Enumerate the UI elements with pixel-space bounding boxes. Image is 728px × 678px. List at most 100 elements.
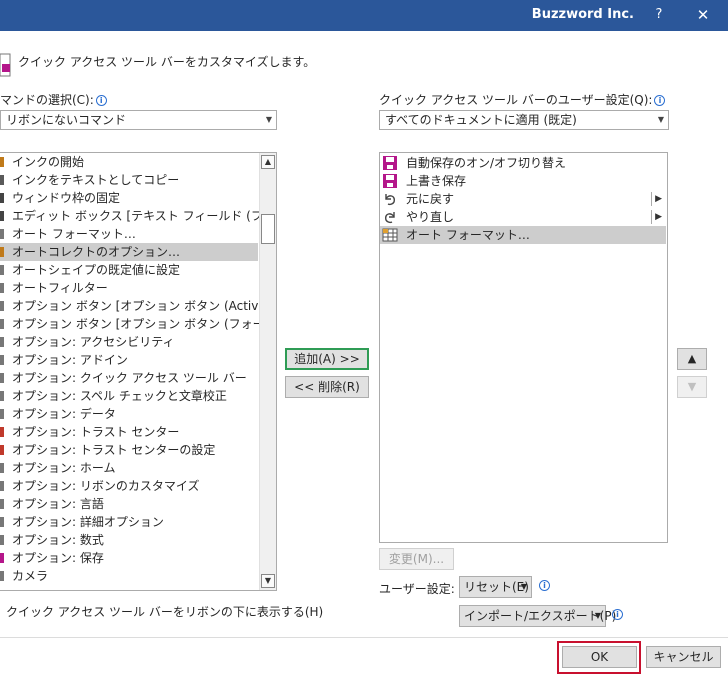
list-item-label: オプション: 保存 [12, 551, 104, 565]
command-source-value: リボンにないコマンド [6, 113, 127, 127]
close-button[interactable]: ✕ [692, 4, 714, 26]
footer-divider [0, 637, 728, 638]
scroll-thumb[interactable] [261, 214, 275, 244]
command-icon [0, 229, 4, 239]
list-item[interactable]: 元に戻す ▶ [380, 190, 666, 208]
list-item[interactable]: カメラ [0, 567, 258, 585]
command-icon [0, 427, 4, 437]
list-item[interactable]: オプション: クイック アクセス ツール バー [0, 369, 258, 387]
info-icon[interactable]: i [539, 580, 550, 591]
list-item-label: オプション ボタン [オプション ボタン (Active… [12, 299, 277, 313]
page-title: クイック アクセス ツール バーをカスタマイズします。 [18, 55, 316, 69]
list-item[interactable]: オプション: データ [0, 405, 258, 423]
scroll-up-icon[interactable]: ▲ [261, 155, 275, 169]
command-icon [0, 571, 4, 581]
list-item[interactable]: オプション: 保存 [0, 549, 258, 567]
list-item-label: インクの開始 [12, 155, 85, 169]
arrow-down-icon: ▼ [687, 380, 697, 393]
list-item[interactable]: オプション: スペル チェックと文章校正 [0, 387, 258, 405]
reset-dropdown[interactable]: リセット(E) ▼ [459, 576, 532, 598]
qat-settings-label: クイック アクセス ツール バーのユーザー設定(Q): i [379, 91, 666, 108]
list-item-label: オプション: 数式 [12, 533, 104, 547]
command-icon [0, 463, 4, 473]
list-item[interactable]: オプション: リボンのカスタマイズ [0, 477, 258, 495]
command-icon [0, 517, 4, 527]
command-icon [0, 409, 4, 419]
list-item-label: オートコレクトのオプション… [12, 245, 181, 259]
save-icon [383, 174, 397, 188]
user-settings-label: ユーザー設定: [379, 582, 455, 596]
list-item[interactable]: オプション: 数式 [0, 531, 258, 549]
list-item[interactable]: オプション: 言語 [0, 495, 258, 513]
qat-settings-select[interactable]: すべてのドキュメントに適用 (既定) ▼ [379, 110, 669, 130]
cancel-button[interactable]: キャンセル [646, 646, 721, 668]
remove-button[interactable]: << 削除(R) [285, 376, 369, 398]
command-icon [0, 445, 4, 455]
available-commands-list[interactable]: インクの開始インクをテキストとしてコピー ウィンドウ枠の固定エディット ボックス … [0, 152, 277, 591]
show-below-ribbon-label[interactable]: クイック アクセス ツール バーをリボンの下に表示する(H) [6, 603, 323, 620]
ok-button[interactable]: OK [562, 646, 637, 668]
left-list-scrollbar[interactable]: ▲ ▼ [259, 153, 276, 590]
list-item[interactable]: オートシェイプの既定値に設定 [0, 261, 258, 279]
chevron-down-icon: ▼ [657, 115, 664, 124]
list-item[interactable]: オート フォーマット… [380, 226, 666, 244]
list-item[interactable]: オプション: 詳細オプション [0, 513, 258, 531]
command-source-select[interactable]: リボンにないコマンド ▼ [0, 110, 277, 130]
list-item[interactable]: オートコレクトのオプション… [0, 243, 258, 261]
info-icon[interactable]: i [95, 95, 107, 106]
list-item[interactable]: オート フォーマット… [0, 225, 258, 243]
chevron-down-icon: ▼ [520, 582, 527, 591]
command-icon [0, 535, 4, 545]
list-item[interactable]: オプション: トラスト センター [0, 423, 258, 441]
command-icon [0, 499, 4, 509]
redo-icon [384, 212, 395, 224]
list-item-label: オプション: クイック アクセス ツール バー [12, 371, 247, 385]
command-icon [0, 373, 4, 383]
list-item[interactable]: 自動保存のオン/オフ切り替え [380, 154, 666, 172]
modify-button[interactable]: 変更(M)... [379, 548, 454, 570]
move-down-button[interactable]: ▼ [677, 376, 707, 398]
command-icon [0, 319, 4, 329]
arrow-up-icon: ▲ [687, 352, 697, 365]
list-item[interactable]: オプション: トラスト センターの設定 [0, 441, 258, 459]
list-item[interactable]: オプション ボタン [オプション ボタン (Active… [0, 297, 276, 315]
chevron-right-icon[interactable]: ▶ [655, 208, 662, 226]
list-item[interactable]: オプション: ホーム [0, 459, 258, 477]
command-icon [0, 157, 4, 167]
command-icon [0, 193, 4, 203]
list-item[interactable]: オートフィルター [0, 279, 258, 297]
list-item-label: オプション: トラスト センター [12, 425, 180, 439]
list-item[interactable]: ウィンドウ枠の固定 [0, 189, 258, 207]
list-item[interactable]: オプション: アドイン [0, 351, 258, 369]
list-item-label: オートシェイプの既定値に設定 [12, 263, 181, 277]
qat-commands-list[interactable]: 自動保存のオン/オフ切り替え 上書き保存 元に戻す ▶ やり直し ▶ オート フ… [379, 152, 668, 543]
info-icon[interactable]: i [612, 609, 623, 620]
list-item[interactable]: やり直し ▶ [380, 208, 666, 226]
command-icon [0, 481, 4, 491]
list-item[interactable]: オプション: アクセシビリティ [0, 333, 258, 351]
add-button[interactable]: 追加(A) >> [285, 348, 369, 370]
command-icon [0, 175, 4, 185]
toolbar-customize-icon [0, 53, 11, 77]
list-item[interactable]: オプション ボタン [オプション ボタン (フォーム … [0, 315, 276, 333]
list-item[interactable]: インクの開始 [0, 153, 258, 171]
list-item-label: ウィンドウ枠の固定 [12, 191, 121, 205]
list-item-label: オートフィルター [12, 281, 108, 295]
list-item-label: インクをテキストとしてコピー [12, 173, 180, 187]
title-bar: Buzzword Inc. ? ✕ [0, 0, 728, 31]
command-icon [0, 265, 4, 275]
info-icon[interactable]: i [654, 95, 666, 106]
list-item[interactable]: 上書き保存 [380, 172, 666, 190]
move-up-button[interactable]: ▲ [677, 348, 707, 370]
scroll-down-icon[interactable]: ▼ [261, 574, 275, 588]
import-export-dropdown[interactable]: インポート/エクスポート(P) ▼ [459, 605, 616, 627]
command-icon [0, 391, 4, 401]
list-item[interactable]: インクをテキストとしてコピー [0, 171, 258, 189]
list-item-label: オプション: ホーム [12, 461, 116, 475]
list-item[interactable]: エディット ボックス [テキスト フィールド (フォー… [0, 207, 276, 225]
list-item-label: カメラ [12, 569, 49, 583]
undo-icon [385, 194, 396, 206]
help-button[interactable]: ? [648, 4, 670, 26]
chevron-right-icon[interactable]: ▶ [655, 190, 662, 208]
list-item-label: オプション ボタン [オプション ボタン (フォーム … [12, 317, 277, 331]
